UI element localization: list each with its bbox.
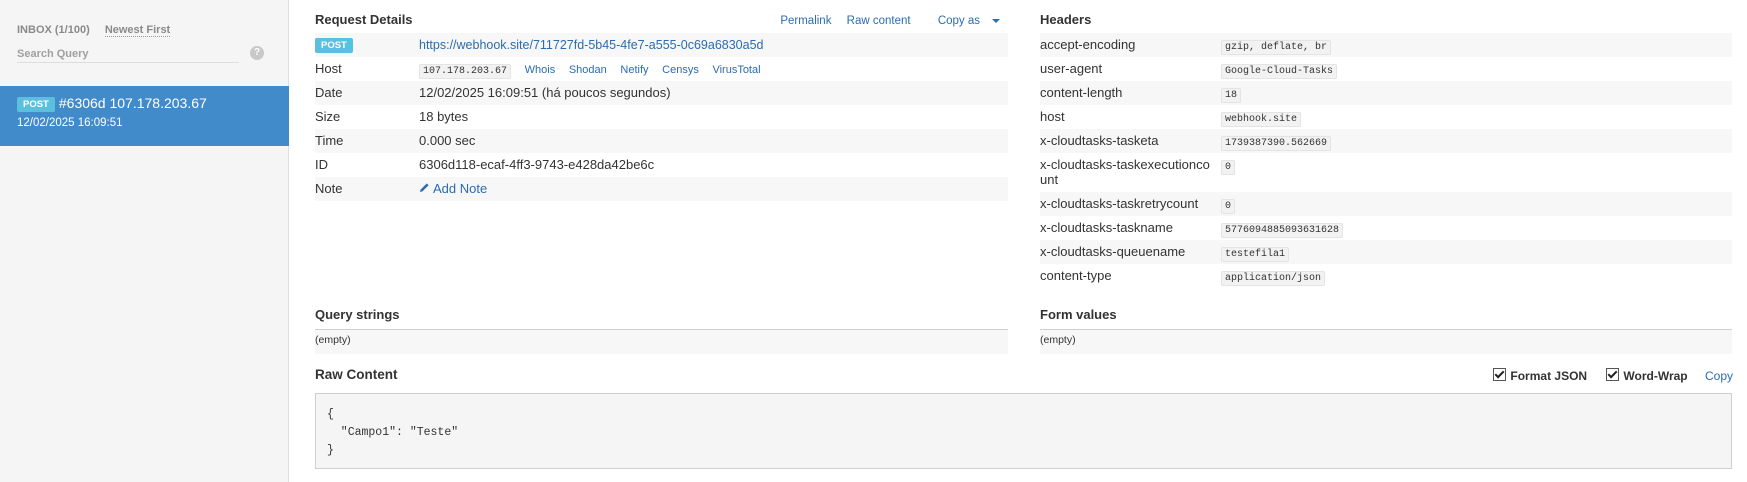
header-name: x-cloudtasks-queuename <box>1040 244 1186 259</box>
add-note-link[interactable]: Add Note <box>419 181 487 196</box>
header-value: Google-Cloud-Tasks <box>1221 64 1338 79</box>
header-value: gzip, deflate, br <box>1221 40 1332 55</box>
header-value: testefila1 <box>1221 247 1290 262</box>
header-row: x-cloudtasks-tasketa 1739387390.562669 <box>1040 129 1732 153</box>
virustotal-link[interactable]: VirusTotal <box>712 64 760 76</box>
header-name: user-agent <box>1040 61 1103 76</box>
id-row: ID 6306d118-ecaf-4ff3-9743-e428da42be6c <box>315 153 1008 177</box>
copy-raw-button[interactable]: Copy <box>1705 369 1733 383</box>
host-value: 107.178.203.67 <box>419 64 512 79</box>
header-row: user-agent Google-Cloud-Tasks <box>1040 57 1732 81</box>
copy-as-label: Copy as <box>937 15 980 27</box>
netify-link[interactable]: Netify <box>620 64 648 76</box>
headers-panel: Headers accept-encoding gzip, deflate, br… <box>1040 12 1732 288</box>
id-value: 6306d118-ecaf-4ff3-9743-e428da42be6c <box>419 157 655 172</box>
size-label: Size <box>315 109 341 124</box>
time-value: 0.000 sec <box>419 133 476 148</box>
header-name: x-cloudtasks-taskexecutioncount <box>1040 157 1210 187</box>
request-details-panel: Request Details Permalink Raw content Co… <box>315 12 1008 201</box>
header-name: x-cloudtasks-taskname <box>1040 220 1173 235</box>
date-label: Date <box>315 85 343 100</box>
host-label: Host <box>315 61 342 76</box>
header-row: x-cloudtasks-taskname 5776094885093631628 <box>1040 216 1732 240</box>
request-url-link[interactable]: https://webhook.site/711727fd-5b45-4fe7-… <box>419 38 763 52</box>
header-value: 5776094885093631628 <box>1221 223 1344 238</box>
header-name: host <box>1040 109 1065 124</box>
censys-link[interactable]: Censys <box>662 64 699 76</box>
sidebar: INBOX (1/100) Newest First ? POST#6306d … <box>0 0 289 482</box>
header-value: webhook.site <box>1221 112 1302 127</box>
caret-down-icon <box>992 18 1000 23</box>
host-row: Host 107.178.203.67 Whois Shodan Netify … <box>315 57 1008 81</box>
header-name: x-cloudtasks-tasketa <box>1040 133 1159 148</box>
request-details-actions: Permalink Raw content Copy as <box>768 15 1000 27</box>
inbox-counter: INBOX (1/100) <box>17 24 90 36</box>
format-json-toggle[interactable]: Format JSON <box>1493 368 1588 383</box>
time-row: Time 0.000 sec <box>315 129 1008 153</box>
add-note-label: Add Note <box>433 181 488 196</box>
header-value: application/json <box>1221 271 1326 286</box>
request-list-item-date: 12/02/2025 16:09:51 <box>17 117 123 129</box>
header-row: host webhook.site <box>1040 105 1732 129</box>
header-value: 1739387390.562669 <box>1221 136 1332 151</box>
query-strings-title: Query strings <box>315 307 400 322</box>
copy-as-dropdown[interactable]: Copy as <box>926 15 1000 27</box>
header-row: content-type application/json <box>1040 264 1732 288</box>
header-value: 18 <box>1221 88 1242 103</box>
date-row: Date 12/02/2025 16:09:51 (há poucos segu… <box>315 81 1008 105</box>
date-value: 12/02/2025 16:09:51 (há poucos segundos) <box>419 85 671 100</box>
search-input[interactable] <box>17 45 239 63</box>
header-row: content-length 18 <box>1040 81 1732 105</box>
note-row: Note Add Note <box>315 177 1008 201</box>
raw-content-box[interactable]: { "Campo1": "Teste" } <box>315 393 1732 469</box>
note-label: Note <box>315 181 343 196</box>
header-row: accept-encoding gzip, deflate, br <box>1040 33 1732 57</box>
url-row: POST https://webhook.site/711727fd-5b45-… <box>315 33 1008 57</box>
header-value: 0 <box>1221 160 1236 175</box>
format-json-label: Format JSON <box>1510 369 1588 383</box>
permalink-link[interactable]: Permalink <box>780 15 831 27</box>
size-value: 18 bytes <box>419 109 469 124</box>
header-row: x-cloudtasks-taskretrycount 0 <box>1040 192 1732 216</box>
header-value: 0 <box>1221 199 1236 214</box>
form-values-title: Form values <box>1040 307 1117 322</box>
pencil-icon <box>419 181 430 196</box>
header-name: x-cloudtasks-taskretrycount <box>1040 196 1199 211</box>
request-id-ip: #6306d 107.178.203.67 <box>58 95 207 111</box>
form-values-value: (empty) <box>1040 330 1732 354</box>
method-badge: POST <box>315 38 353 54</box>
checkbox-checked-icon <box>1606 368 1620 381</box>
word-wrap-toggle[interactable]: Word-Wrap <box>1606 368 1688 383</box>
header-name: content-length <box>1040 85 1123 100</box>
header-row: x-cloudtasks-taskexecutioncount 0 <box>1040 153 1732 192</box>
checkbox-checked-icon <box>1493 368 1507 381</box>
request-list-item[interactable]: POST #6306d 107.178.203.67 12/02/2025 16:… <box>0 86 289 146</box>
raw-content-controls: Format JSON Word-Wrap Copy <box>1493 368 1733 383</box>
request-details-table: POST https://webhook.site/711727fd-5b45-… <box>315 33 1008 201</box>
shodan-link[interactable]: Shodan <box>569 64 607 76</box>
raw-content-title: Raw Content <box>315 367 398 382</box>
time-label: Time <box>315 133 344 148</box>
header-name: accept-encoding <box>1040 37 1136 52</box>
request-list-item-title: POST #6306d 107.178.203.67 <box>17 95 207 112</box>
sidebar-header: INBOX (1/100) Newest First <box>17 24 171 37</box>
help-icon[interactable]: ? <box>250 46 264 60</box>
size-row: Size 18 bytes <box>315 105 1008 129</box>
word-wrap-label: Word-Wrap <box>1623 369 1688 383</box>
headers-table: accept-encoding gzip, deflate, br user-age… <box>1040 33 1732 288</box>
headers-title: Headers <box>1040 12 1092 27</box>
raw-content-link[interactable]: Raw content <box>847 15 911 27</box>
method-badge: POST <box>17 96 55 112</box>
host-lookup-links: Whois Shodan Netify Censys VirusTotal <box>515 61 761 76</box>
query-strings-value: (empty) <box>315 330 1008 354</box>
whois-link[interactable]: Whois <box>525 64 556 76</box>
sort-toggle[interactable]: Newest First <box>104 24 171 37</box>
header-row: x-cloudtasks-queuename testefila1 <box>1040 240 1732 264</box>
header-name: content-type <box>1040 268 1112 283</box>
id-label: ID <box>315 157 328 172</box>
